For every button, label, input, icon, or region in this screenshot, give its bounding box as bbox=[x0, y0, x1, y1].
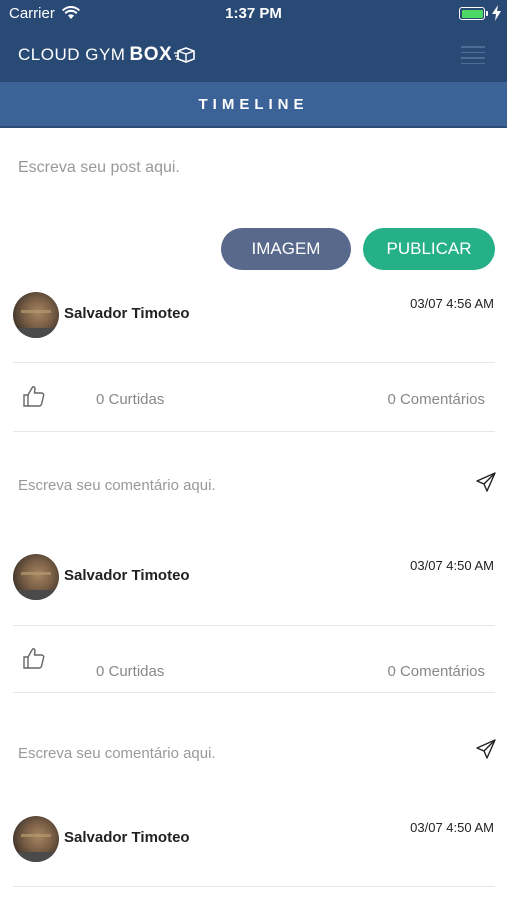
battery-fill bbox=[461, 9, 483, 18]
divider bbox=[13, 886, 495, 887]
post-author[interactable]: Salvador Timoteo bbox=[64, 305, 190, 322]
post-author[interactable]: Salvador Timoteo bbox=[64, 829, 190, 846]
app-header: CLOUD GYM BOX bbox=[0, 28, 507, 82]
divider bbox=[13, 625, 495, 626]
send-icon[interactable] bbox=[476, 472, 496, 492]
avatar[interactable] bbox=[13, 292, 59, 338]
app-logo[interactable]: CLOUD GYM BOX bbox=[18, 44, 200, 66]
divider bbox=[13, 692, 495, 693]
post-timestamp: 03/07 4:56 AM bbox=[410, 296, 494, 311]
post-timestamp: 03/07 4:50 AM bbox=[410, 558, 494, 573]
image-button[interactable]: IMAGEM bbox=[221, 228, 351, 270]
title-bar: TIMELINE bbox=[0, 82, 507, 128]
logo-cube-icon bbox=[174, 47, 195, 63]
status-bar: Carrier 1:37 PM bbox=[0, 0, 507, 28]
send-icon[interactable] bbox=[476, 739, 496, 759]
battery-icon bbox=[459, 7, 485, 20]
timeline-post: Salvador Timoteo 03/07 4:50 AM 0 Curtida… bbox=[0, 554, 507, 816]
divider bbox=[13, 431, 495, 432]
likes-count[interactable]: 0 Curtidas bbox=[96, 391, 164, 408]
likes-count[interactable]: 0 Curtidas bbox=[96, 663, 164, 680]
charging-icon bbox=[492, 5, 501, 21]
timeline-post: Salvador Timoteo 03/07 4:50 AM bbox=[0, 816, 507, 886]
post-timestamp: 03/07 4:50 AM bbox=[410, 820, 494, 835]
battery-tip bbox=[486, 11, 488, 16]
clock: 1:37 PM bbox=[225, 5, 282, 22]
page-title: TIMELINE bbox=[198, 96, 309, 113]
timeline-post: Salvador Timoteo 03/07 4:56 AM 0 Curtida… bbox=[0, 292, 507, 554]
publish-button[interactable]: PUBLICAR bbox=[363, 228, 495, 270]
comments-count[interactable]: 0 Comentários bbox=[387, 391, 485, 408]
comments-count[interactable]: 0 Comentários bbox=[387, 663, 485, 680]
logo-box-text: BOX bbox=[129, 44, 173, 65]
hamburger-menu-icon[interactable] bbox=[461, 46, 485, 64]
post-author[interactable]: Salvador Timoteo bbox=[64, 567, 190, 584]
thumbs-up-icon[interactable] bbox=[22, 646, 46, 670]
avatar[interactable] bbox=[13, 554, 59, 600]
divider bbox=[13, 362, 495, 363]
comment-input[interactable] bbox=[18, 738, 458, 768]
avatar[interactable] bbox=[13, 816, 59, 862]
post-input[interactable] bbox=[18, 150, 488, 186]
thumbs-up-icon[interactable] bbox=[22, 384, 46, 408]
comment-input[interactable] bbox=[18, 470, 458, 500]
logo-text: CLOUD GYM bbox=[18, 45, 126, 64]
